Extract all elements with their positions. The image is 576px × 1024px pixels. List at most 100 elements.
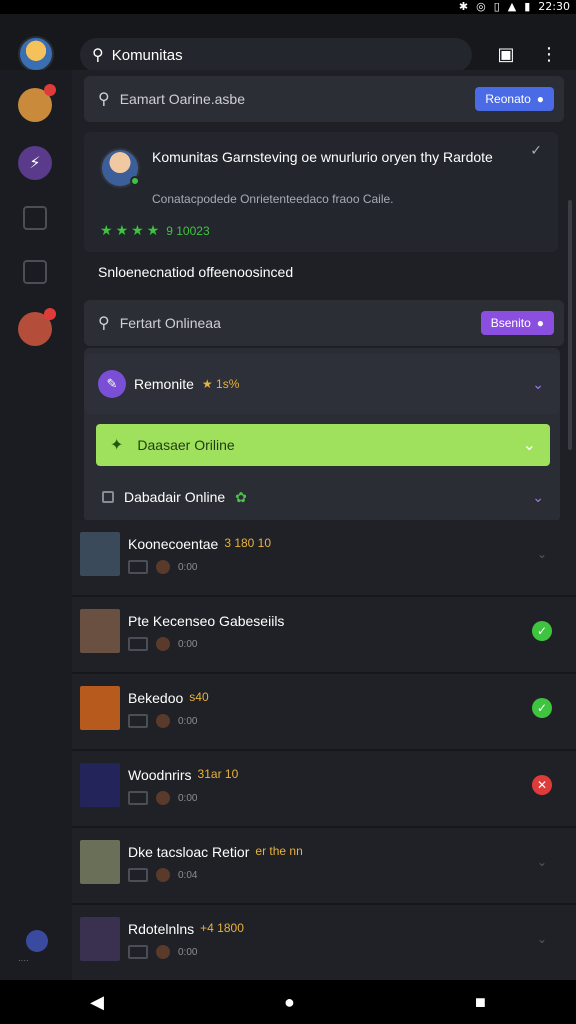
user-meta-text: 0:04 [178,869,198,881]
user-name: Rdotelnlns +4 1800 [128,921,244,937]
chevron-down-icon[interactable]: ⌄ [532,852,552,872]
filter-button[interactable]: Bsenito ● [480,311,554,335]
user-meta: 0:00 [128,945,197,959]
home-icon[interactable]: ● [284,992,295,1013]
user-name-text: Pte Kecenseo Gabeseiils [128,613,285,629]
option-row[interactable]: ✎ Remonite ★ 1s% ⌄ [84,354,560,414]
top-app-bar: ⚲ Komunitas ▣ ⋮ [0,14,576,72]
online-indicator [130,176,140,186]
coin-icon [156,868,170,882]
user-score: 3 180 10 [224,536,272,550]
lightning-icon[interactable]: ⚡ [18,146,52,180]
avatar [80,609,120,653]
checkbox-option[interactable]: Dabadair Online ✿ ⌄ [84,476,560,518]
chevron-down-icon[interactable]: ⌄ [532,929,552,949]
card-subtitle: Conatacpodede Onrietenteedaco fraoo Cail… [152,192,394,206]
sidebar-item-group[interactable] [18,84,56,122]
leaf-icon: ✿ [235,488,247,505]
tag-box [128,714,148,728]
user-meta-text: 0:00 [178,715,198,727]
vibrate-icon: ▯ [493,0,500,13]
status-bar: ✱ ◎ ▯ ▲ ▮ 22:30 [0,0,576,14]
list-item[interactable]: Woodnrirs 31ar 10 0:00 ✕ [72,751,576,828]
avatar [80,763,120,807]
check-circle-icon[interactable]: ✓ [532,621,552,641]
check-icon[interactable]: ✓ [530,142,542,159]
coin-icon [156,714,170,728]
user-meta-text: 0:00 [178,792,198,804]
section-heading: Snloenecnatiod offeenoosinced [98,264,294,280]
alert-circle-icon[interactable]: ✕ [532,775,552,795]
search-input[interactable]: ⚲ Komunitas [80,38,472,72]
rating: ★ ★ ★ ★ 9 10023 [100,222,210,238]
search-icon: ⚲ [92,47,104,64]
app-logo[interactable] [18,36,54,72]
user-name-text: Woodnrirs [128,767,192,783]
filter-button[interactable]: Reonato ● [475,87,554,111]
user-score: er the nn [255,844,303,858]
user-meta-text: 0:00 [178,561,198,573]
battery-icon: ▮ [524,0,531,13]
avatar [80,532,120,576]
user-meta: 0:04 [128,868,197,882]
more-icon[interactable]: ⋮ [540,44,558,65]
list-item[interactable]: Dke tacsloac Retior er the nn 0:04 ⌄ [72,828,576,905]
user-meta: 0:00 [128,791,197,805]
user-meta: 0:00 [128,560,197,574]
chevron-down-icon[interactable]: ⌄ [532,376,544,393]
user-meta-text: 0:00 [178,638,198,650]
list-item[interactable]: Rdotelnlns +4 1800 0:00 ⌄ [72,905,576,980]
main-content: ⚲ Eamart Oarine.asbe Reonato ● Komunitas … [72,70,576,980]
list-item[interactable]: Bekedoo s40 0:00 ✓ [72,674,576,751]
community-card[interactable]: Komunitas Garnsteving oe wnurlurio oryen… [84,132,558,252]
shield-icon[interactable]: ▣ [496,44,516,65]
list-item[interactable]: Koonecoentae 3 180 10 0:00 ⌄ [72,520,576,597]
user-score: s40 [189,690,209,704]
search-icon: ⚲ [98,315,110,332]
alarm-icon: ◎ [476,0,486,13]
tag-box [128,868,148,882]
archive-icon[interactable] [23,260,47,284]
user-name: Koonecoentae 3 180 10 [128,536,271,552]
signal-icon: ▲ [507,0,517,13]
checkbox[interactable] [102,491,114,503]
avatar [80,840,120,884]
notification-badge [44,84,56,96]
star-icon: ★ [131,222,144,238]
edit-icon: ✎ [98,370,126,398]
sidebar-item-user[interactable] [18,308,56,346]
grid-icon[interactable] [23,206,47,230]
user-name-text: Koonecoentae [128,536,219,552]
coin-icon [156,791,170,805]
user-name: Dke tacsloac Retior er the nn [128,844,303,860]
highlight-option[interactable]: ✦ Daasaer Oriline ⌄ [96,424,550,466]
user-name: Woodnrirs 31ar 10 [128,767,238,783]
chevron-down-icon[interactable]: ⌄ [532,544,552,564]
sparkle-icon: ✦ [110,437,124,454]
user-meta-text: 0:00 [178,946,198,958]
user-name-text: Dke tacsloac Retior [128,844,250,860]
scrollbar[interactable] [568,200,572,450]
notification-badge [44,308,56,320]
coin-icon [156,945,170,959]
user-score: 31ar 10 [197,767,239,781]
check-circle-icon[interactable]: ✓ [532,698,552,718]
star-icon: ★ [100,222,113,238]
chevron-down-icon[interactable]: ⌄ [523,435,536,455]
filter-row-2[interactable]: ⚲ Fertart Onlineaa Bsenito ● [84,300,564,346]
profile-icon[interactable] [26,930,48,952]
back-icon[interactable]: ◀ [90,992,104,1013]
list-item[interactable]: Pte Kecenseo Gabeseiils 0:00 ✓ [72,597,576,674]
coin-icon [156,560,170,574]
recent-apps-icon[interactable]: ■ [475,992,486,1013]
bluetooth-icon: ✱ [458,0,469,13]
filter-row[interactable]: ⚲ Eamart Oarine.asbe Reonato ● [84,76,564,122]
filter-label: Eamart Oarine.asbe [119,91,246,107]
star-icon: ★ [146,222,160,238]
avatar [80,686,120,730]
search-icon: ⚲ [98,91,110,108]
tag-box [128,945,148,959]
bottom-label: ···· [18,956,29,965]
user-name: Bekedoo s40 [128,690,209,706]
chevron-down-icon[interactable]: ⌄ [532,489,544,506]
